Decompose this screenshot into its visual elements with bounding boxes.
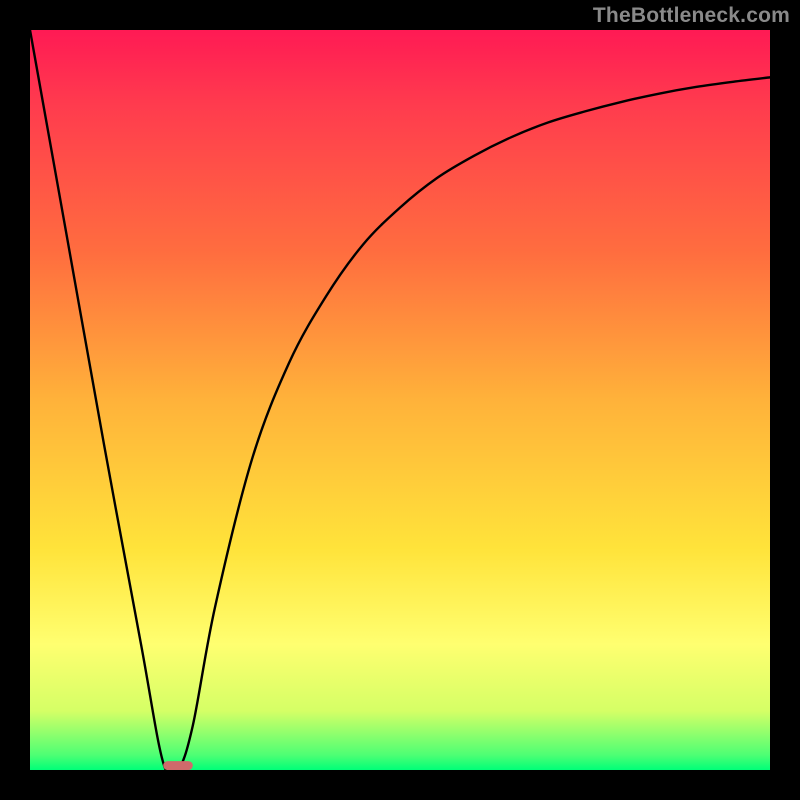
plot-area	[30, 30, 770, 770]
minimum-marker	[163, 761, 193, 770]
bottleneck-curve	[30, 30, 770, 770]
attribution-text: TheBottleneck.com	[593, 4, 790, 28]
chart-frame: TheBottleneck.com	[0, 0, 800, 800]
curve-svg	[30, 30, 770, 770]
